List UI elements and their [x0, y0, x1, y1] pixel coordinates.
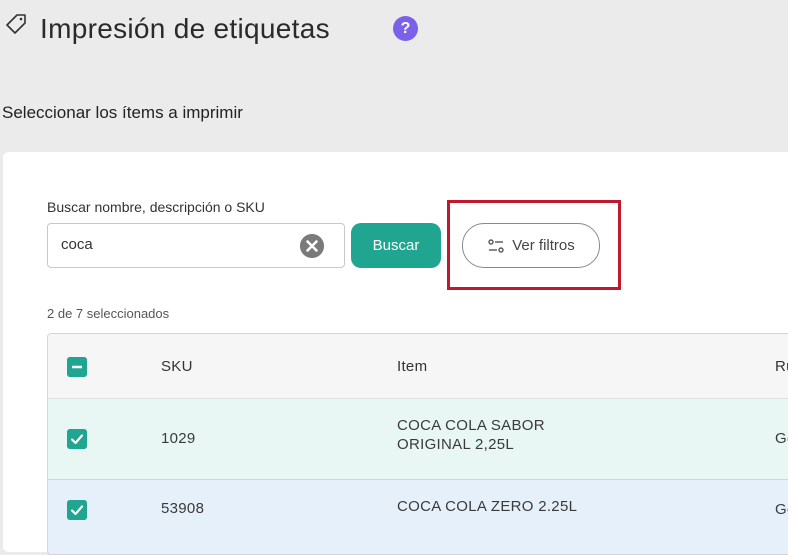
search-button[interactable]: Buscar — [351, 223, 441, 268]
row-extra: Ge — [775, 430, 788, 447]
view-filters-label: Ver filtros — [512, 237, 575, 254]
clear-icon[interactable] — [300, 234, 324, 258]
search-input[interactable]: coca — [47, 223, 345, 268]
search-input-value: coca — [61, 236, 93, 253]
row-item-line1: COCA COLA ZERO 2.25L — [397, 498, 578, 515]
table-header: SKU Item Ru — [48, 334, 788, 399]
row-checkbox[interactable] — [67, 500, 87, 520]
column-header-sku[interactable]: SKU — [161, 358, 193, 375]
row-sku: 1029 — [161, 430, 196, 447]
section-title: Seleccionar los ítems a imprimir — [2, 103, 243, 122]
row-checkbox[interactable] — [67, 429, 87, 449]
row-extra: Ge — [775, 501, 788, 518]
row-sku: 53908 — [161, 500, 205, 517]
filter-sliders-icon — [488, 238, 504, 253]
search-label: Buscar nombre, descripción o SKU — [47, 199, 265, 215]
help-icon[interactable]: ? — [393, 16, 418, 41]
table-row[interactable]: 53908 COCA COLA ZERO 2.25L Ge — [48, 480, 788, 554]
row-item-line1: COCA COLA SABOR — [397, 417, 545, 434]
view-filters-button[interactable]: Ver filtros — [462, 223, 600, 268]
tag-icon — [6, 14, 26, 34]
select-all-checkbox[interactable] — [67, 357, 87, 377]
items-table: SKU Item Ru 1029 COCA COLA SABOR ORIGINA… — [47, 333, 788, 555]
row-item-line2: ORIGINAL 2,25L — [397, 436, 515, 453]
selection-count: 2 de 7 seleccionados — [47, 306, 170, 321]
table-row[interactable]: 1029 COCA COLA SABOR ORIGINAL 2,25L Ge — [48, 399, 788, 480]
column-header-item[interactable]: Item — [397, 358, 427, 375]
column-header-extra[interactable]: Ru — [775, 358, 788, 375]
page-title: Impresión de etiquetas — [40, 13, 330, 44]
